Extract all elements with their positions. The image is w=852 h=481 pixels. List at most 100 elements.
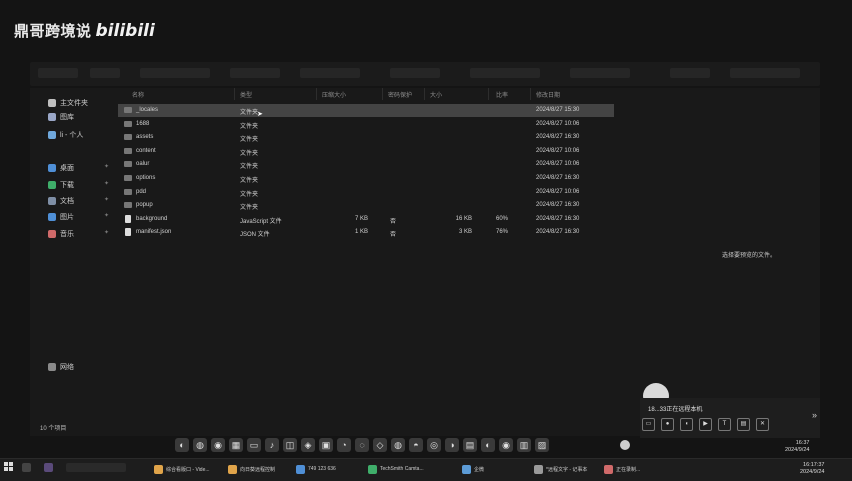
session-clock-date: 2024/9/24 bbox=[785, 447, 810, 453]
dock-app-icon[interactable]: ▨ bbox=[535, 438, 549, 452]
pin-icon[interactable]: ✦ bbox=[104, 212, 109, 219]
toolbar-button[interactable] bbox=[140, 68, 210, 78]
video-icon[interactable]: ▶ bbox=[699, 418, 712, 431]
taskbar-app[interactable]: 749 123 636 bbox=[296, 462, 336, 476]
taskbar bbox=[0, 458, 852, 481]
text-icon[interactable]: T bbox=[718, 418, 731, 431]
sidebar-item[interactable]: 文档 bbox=[48, 196, 74, 206]
sidebar-item[interactable]: 图片 bbox=[48, 212, 74, 222]
table-row[interactable]: 1688 文件夹 2024/8/27 10:06 bbox=[118, 118, 614, 131]
taskbar-app[interactable]: 正在录制... bbox=[604, 462, 640, 476]
dock-app-icon[interactable]: ◍ bbox=[391, 438, 405, 452]
preview-message: 选择要预览的文件。 bbox=[722, 253, 777, 259]
toolbar-button[interactable] bbox=[38, 68, 78, 78]
column-divider[interactable] bbox=[382, 88, 383, 100]
table-row[interactable]: pdd 文件夹 2024/8/27 10:06 bbox=[118, 186, 614, 199]
pin-icon[interactable]: ✦ bbox=[104, 163, 109, 170]
sidebar-item[interactable]: 网络 bbox=[48, 362, 74, 372]
column-divider[interactable] bbox=[530, 88, 531, 100]
chat-icon[interactable]: ▭ bbox=[642, 418, 655, 431]
table-row[interactable]: content 文件夹 2024/8/27 10:06 bbox=[118, 145, 614, 158]
file-compressed-size: 7 KB bbox=[354, 215, 368, 222]
sidebar-item[interactable]: 音乐 bbox=[48, 229, 74, 239]
file-name: manifest.json bbox=[136, 229, 172, 236]
dock-app-icon[interactable]: ▭ bbox=[247, 438, 261, 452]
table-row[interactable]: oalur 文件夹 2024/8/27 10:06 bbox=[118, 158, 614, 171]
taskbar-app[interactable]: 综合看版口 - Vide... bbox=[154, 462, 210, 476]
taskbar-search-box[interactable] bbox=[66, 463, 126, 472]
taskbar-app[interactable]: 企微 bbox=[462, 462, 484, 476]
file-type: 文件夹 bbox=[240, 178, 259, 184]
taskbar-app[interactable]: *远程文字 - 记事本 bbox=[534, 462, 587, 476]
file-type: 文件夹 bbox=[240, 164, 259, 171]
taskbar-app[interactable]: TechSmith Camta... bbox=[368, 462, 424, 476]
download-icon bbox=[48, 181, 56, 189]
speaker-icon[interactable]: ◖ bbox=[680, 418, 693, 431]
table-row[interactable]: background JavaScript 文件 7 KB 否 16 KB 60% 2024… bbox=[118, 213, 614, 226]
file-size: 3 KB bbox=[458, 229, 472, 236]
column-modified[interactable]: 修改日期 bbox=[536, 90, 560, 99]
column-password[interactable]: 密码保护 bbox=[388, 90, 412, 99]
toolbar-button[interactable] bbox=[390, 68, 440, 78]
dock-app-icon[interactable]: ▣ bbox=[319, 438, 333, 452]
sidebar-item[interactable]: 图库 bbox=[48, 112, 74, 122]
dock-app-icon[interactable]: ◍ bbox=[193, 438, 207, 452]
toolbar-button[interactable] bbox=[300, 68, 360, 78]
column-divider[interactable] bbox=[316, 88, 317, 100]
column-divider[interactable] bbox=[488, 88, 489, 100]
dock-app-icon[interactable]: ◉ bbox=[499, 438, 513, 452]
close-icon[interactable]: ✕ bbox=[756, 418, 769, 431]
folder-transfer-icon[interactable]: ▤ bbox=[737, 418, 750, 431]
dock-app-icon[interactable]: ◇ bbox=[373, 438, 387, 452]
column-divider[interactable] bbox=[424, 88, 425, 100]
pin-icon[interactable]: ✦ bbox=[104, 229, 109, 236]
table-row[interactable]: assets 文件夹 2024/8/27 16:30 bbox=[118, 131, 614, 144]
avatar[interactable] bbox=[620, 440, 630, 450]
dock-app-icon[interactable]: ♪ bbox=[265, 438, 279, 452]
table-row[interactable]: _locales 文件夹 2024/8/27 15:30 bbox=[118, 104, 614, 117]
column-name[interactable]: 名称 bbox=[132, 90, 144, 99]
table-row[interactable]: popup 文件夹 2024/8/27 16:30 bbox=[118, 199, 614, 212]
dock-app-icon[interactable]: ◎ bbox=[427, 438, 441, 452]
toolbar-button[interactable] bbox=[730, 68, 800, 78]
start-icon[interactable] bbox=[4, 462, 14, 472]
dock-app-icon[interactable]: ◑ bbox=[445, 438, 459, 452]
dock-app-icon[interactable]: ◔ bbox=[337, 438, 351, 452]
sidebar-item[interactable]: li - 个人 bbox=[48, 130, 83, 140]
column-compressed[interactable]: 压缩大小 bbox=[322, 90, 346, 99]
toolbar-button[interactable] bbox=[470, 68, 540, 78]
dock-app-icon[interactable]: ◫ bbox=[283, 438, 297, 452]
pin-icon[interactable]: ✦ bbox=[104, 180, 109, 187]
dock-app-icon[interactable]: ◐ bbox=[175, 438, 189, 452]
dock-app-icon[interactable]: ◐ bbox=[481, 438, 495, 452]
column-type[interactable]: 类型 bbox=[240, 90, 252, 99]
dock-app-icon[interactable]: ◈ bbox=[301, 438, 315, 452]
sidebar-item[interactable]: 桌面 bbox=[48, 163, 74, 173]
dock-app-icon[interactable]: ◌ bbox=[355, 438, 369, 452]
folder-icon bbox=[124, 188, 132, 195]
toolbar-button[interactable] bbox=[670, 68, 710, 78]
table-row[interactable]: manifest.json JSON 文件 1 KB 否 3 KB 76% 2024/8/2… bbox=[118, 226, 614, 239]
column-divider[interactable] bbox=[234, 88, 235, 100]
sidebar-item-label: 网络 bbox=[60, 364, 74, 371]
toolbar-button[interactable] bbox=[90, 68, 120, 78]
column-ratio[interactable]: 比率 bbox=[496, 90, 508, 99]
dock-app-icon[interactable]: ▥ bbox=[517, 438, 531, 452]
sidebar-item[interactable]: 主文件夹 bbox=[48, 98, 88, 108]
editor-app-icon[interactable] bbox=[44, 463, 53, 472]
dock-app-icon[interactable]: ▦ bbox=[229, 438, 243, 452]
search-icon[interactable] bbox=[22, 463, 31, 472]
dock-app-icon[interactable]: ◓ bbox=[409, 438, 423, 452]
pin-icon[interactable]: ✦ bbox=[104, 196, 109, 203]
column-size[interactable]: 大小 bbox=[430, 90, 442, 99]
folder-icon bbox=[124, 120, 132, 127]
toolbar-button[interactable] bbox=[570, 68, 630, 78]
taskbar-app[interactable]: 向日葵远程控制 bbox=[228, 462, 275, 476]
table-row[interactable]: options 文件夹 2024/8/27 16:30 bbox=[118, 172, 614, 185]
expand-panel-icon[interactable]: » bbox=[812, 410, 817, 420]
toolbar-button[interactable] bbox=[230, 68, 280, 78]
dock-app-icon[interactable]: ▤ bbox=[463, 438, 477, 452]
dock-app-icon[interactable]: ◉ bbox=[211, 438, 225, 452]
sidebar-item[interactable]: 下载 bbox=[48, 180, 74, 190]
microphone-icon[interactable]: ● bbox=[661, 418, 674, 431]
